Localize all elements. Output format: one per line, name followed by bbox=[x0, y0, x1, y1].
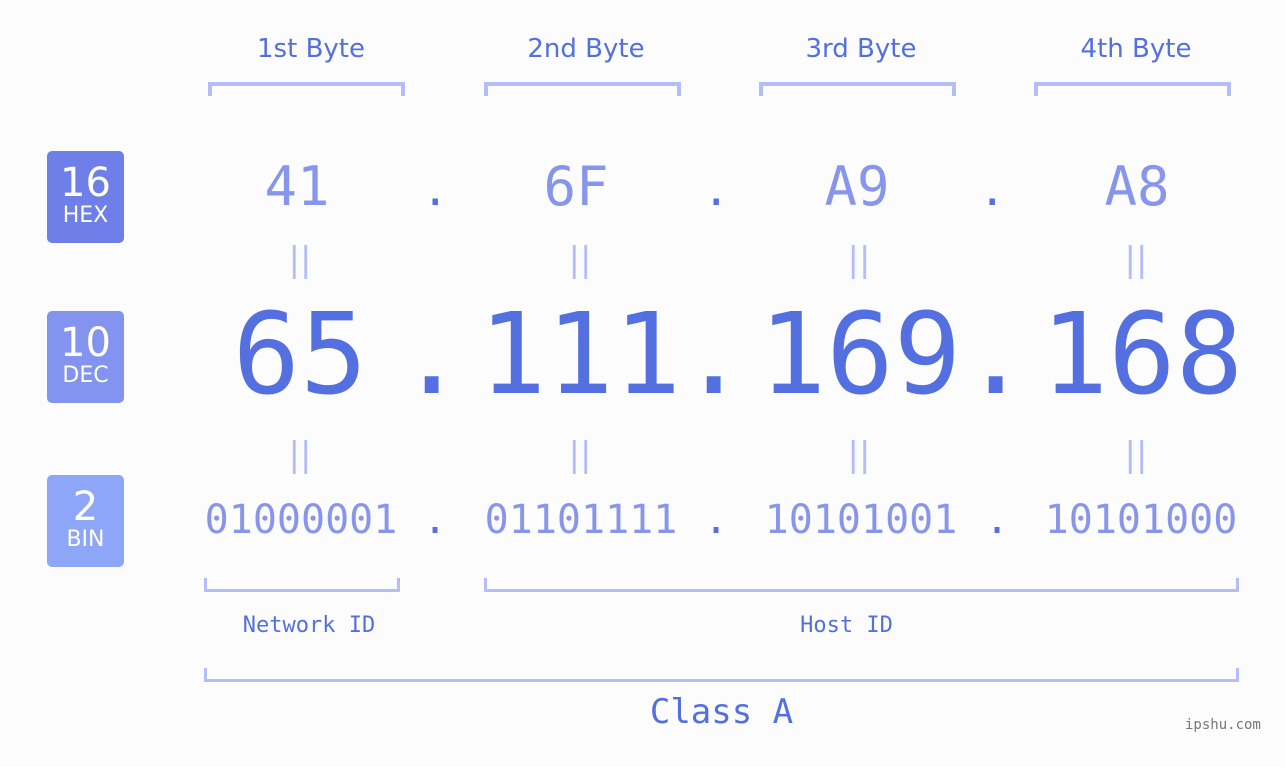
network-id-bracket bbox=[204, 578, 400, 592]
equals-icon: || bbox=[847, 435, 871, 475]
dec-value-1: 65 bbox=[232, 290, 368, 420]
hex-badge: 16 HEX bbox=[47, 151, 124, 243]
dec-value-2: 111 bbox=[478, 290, 682, 420]
class-bracket bbox=[204, 668, 1239, 682]
bin-badge-number: 2 bbox=[72, 484, 99, 530]
equals-icon: || bbox=[568, 435, 592, 475]
hex-separator-1: . bbox=[422, 165, 449, 216]
bin-badge-label: BIN bbox=[66, 527, 105, 552]
byte-header-4: 4th Byte bbox=[1080, 34, 1192, 64]
hex-separator-2: . bbox=[703, 165, 730, 216]
byte-header-2: 2nd Byte bbox=[527, 34, 645, 64]
hex-value-2: 6F bbox=[543, 155, 609, 218]
host-id-bracket bbox=[484, 578, 1239, 592]
byte-bracket-1 bbox=[208, 82, 405, 96]
bin-value-4: 10101000 bbox=[1044, 497, 1238, 543]
dec-separator-2: . bbox=[680, 290, 748, 420]
bin-separator-1: . bbox=[423, 497, 448, 543]
dec-badge-number: 10 bbox=[60, 320, 111, 366]
hex-value-4: A8 bbox=[1104, 155, 1170, 218]
equals-icon: || bbox=[288, 240, 312, 280]
bin-separator-2: . bbox=[704, 497, 729, 543]
bin-value-1: 01000001 bbox=[204, 497, 398, 543]
class-label: Class A bbox=[649, 692, 794, 732]
bin-separator-3: . bbox=[985, 497, 1010, 543]
dec-separator-1: . bbox=[398, 290, 466, 420]
hex-value-3: A9 bbox=[824, 155, 890, 218]
byte-bracket-3 bbox=[759, 82, 956, 96]
hex-badge-label: HEX bbox=[62, 203, 109, 228]
equals-icon: || bbox=[847, 240, 871, 280]
byte-bracket-2 bbox=[484, 82, 681, 96]
watermark: ipshu.com bbox=[1185, 717, 1261, 733]
hex-value-1: 41 bbox=[264, 155, 330, 218]
bin-value-2: 01101111 bbox=[484, 497, 678, 543]
equals-icon: || bbox=[288, 435, 312, 475]
bin-badge: 2 BIN bbox=[47, 475, 124, 567]
dec-value-4: 168 bbox=[1040, 290, 1244, 420]
bin-value-3: 10101001 bbox=[764, 497, 958, 543]
equals-icon: || bbox=[568, 240, 592, 280]
dec-badge-label: DEC bbox=[62, 363, 109, 388]
byte-bracket-4 bbox=[1034, 82, 1231, 96]
byte-header-1: 1st Byte bbox=[257, 34, 365, 64]
hex-separator-3: . bbox=[979, 165, 1006, 216]
hex-badge-number: 16 bbox=[60, 160, 111, 206]
equals-icon: || bbox=[1124, 240, 1148, 280]
network-id-label: Network ID bbox=[242, 613, 376, 638]
equals-icon: || bbox=[1124, 435, 1148, 475]
byte-header-3: 3rd Byte bbox=[805, 34, 917, 64]
dec-badge: 10 DEC bbox=[47, 311, 124, 403]
host-id-label: Host ID bbox=[800, 613, 893, 638]
dec-value-3: 169 bbox=[758, 290, 962, 420]
dec-separator-3: . bbox=[962, 290, 1030, 420]
